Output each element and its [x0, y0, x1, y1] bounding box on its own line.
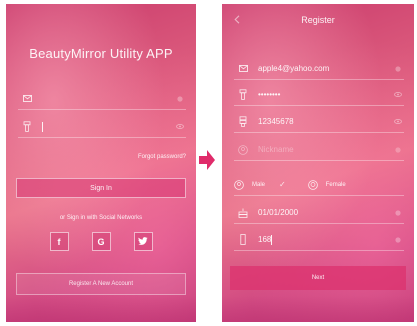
gender-male-option[interactable]: Male [234, 179, 266, 190]
reg-birthday-input[interactable]: 01/01/2000 [252, 208, 392, 217]
text-cursor [42, 121, 43, 132]
register-title: Register [301, 15, 335, 25]
twitter-button[interactable] [133, 232, 153, 251]
clear-icon[interactable] [392, 146, 404, 153]
reg-password-field[interactable]: •••••••• [234, 84, 404, 106]
chevron-left-icon [234, 14, 240, 24]
gender-female-option[interactable]: Female [307, 179, 346, 190]
reg-email-input[interactable]: apple4@yahoo.com [252, 64, 392, 73]
female-icon [307, 179, 318, 190]
lock-icon [234, 89, 252, 100]
cake-icon [234, 208, 252, 218]
show-password-icon[interactable] [174, 124, 186, 129]
eye-icon[interactable] [392, 119, 404, 124]
lock-stack-icon [234, 116, 252, 127]
arrow-right-icon [199, 150, 215, 170]
clear-icon[interactable] [392, 209, 404, 216]
google-button[interactable]: G [91, 232, 111, 251]
password-input[interactable] [36, 121, 174, 132]
gender-selector: Male ✓ Female [234, 174, 404, 196]
twitter-icon [138, 236, 148, 247]
mail-icon [18, 95, 36, 102]
facebook-button[interactable]: f [49, 232, 69, 251]
reg-password-input[interactable]: •••••••• [252, 90, 392, 99]
google-icon: G [97, 236, 105, 247]
back-button[interactable] [230, 12, 244, 26]
clear-icon[interactable] [392, 236, 404, 243]
register-account-button[interactable]: Register A New Account [16, 273, 186, 295]
user-icon [234, 144, 252, 155]
social-label: or Sign in with Social Networks [59, 215, 143, 221]
reg-height-value: 168 [258, 234, 272, 244]
reg-birthday-field[interactable]: 01/01/2000 [234, 202, 404, 224]
gender-female-label: Female [325, 181, 346, 188]
app-title: BeautyMirror Utility APP [29, 46, 173, 61]
show-password-icon[interactable] [392, 92, 404, 97]
check-icon: ✓ [279, 180, 286, 189]
social-buttons: f G [6, 232, 196, 251]
mail-icon [234, 65, 252, 72]
bottom-fade [6, 296, 196, 322]
sign-in-button[interactable]: Sign In [16, 178, 186, 198]
reg-phone-input[interactable]: 12345678 [252, 117, 392, 126]
forgot-password-link[interactable]: Forgot password? [138, 154, 186, 160]
reg-email-field[interactable]: apple4@yahoo.com [234, 58, 404, 80]
ruler-icon [234, 234, 252, 245]
text-cursor [271, 234, 273, 245]
register-screen: Register apple4@yahoo.com •••••••• 12345… [222, 4, 414, 322]
facebook-icon: f [57, 236, 61, 247]
register-header: Register [222, 4, 414, 36]
bottom-fade [222, 296, 414, 322]
male-icon [234, 179, 244, 190]
login-screen: BeautyMirror Utility APP Forgot password… [6, 4, 196, 322]
email-field[interactable] [18, 88, 186, 110]
clear-icon[interactable] [174, 95, 186, 102]
next-button[interactable]: Next [230, 266, 406, 290]
reg-name-input[interactable]: Nickname [252, 145, 392, 154]
reg-height-field[interactable]: 168 [234, 229, 404, 251]
reg-name-field[interactable]: Nickname [234, 139, 404, 161]
reg-height-input[interactable]: 168 [252, 234, 392, 245]
lock-icon [18, 121, 36, 132]
clear-icon[interactable] [392, 65, 404, 72]
password-field[interactable] [18, 116, 186, 138]
gender-male-label: Male [252, 181, 266, 188]
reg-phone-field[interactable]: 12345678 [234, 111, 404, 133]
